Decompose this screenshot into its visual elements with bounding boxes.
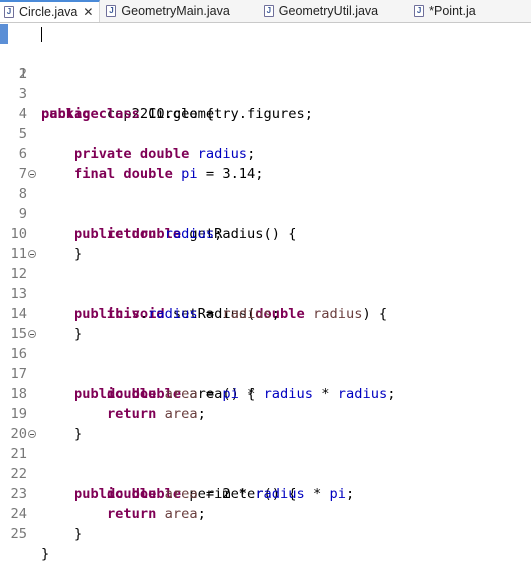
- code-line: 23 return area;: [0, 464, 531, 522]
- fold-toggle-icon[interactable]: [28, 330, 36, 338]
- code-line: 8 public double getRadius() {: [0, 164, 531, 242]
- java-file-icon: J: [106, 5, 117, 17]
- code-line: 22 double area = 2 * radius * pi;: [0, 444, 531, 502]
- tab-label: GeometryMain.java: [121, 4, 230, 18]
- code-line: 20: [0, 404, 531, 442]
- tab-label: Circle.java: [19, 5, 78, 19]
- code-line: 6 final double pi = 3.14;: [0, 124, 531, 182]
- code-line: 9 return radius;: [0, 184, 531, 242]
- tab-label: GeometryUtil.java: [278, 4, 379, 18]
- code-line: 14 }: [0, 284, 531, 342]
- code-line: 16 public double area() {: [0, 324, 531, 402]
- code-text: }: [73, 526, 83, 542]
- code-line: 4: [0, 84, 531, 122]
- code-text: }: [41, 546, 50, 562]
- fold-toggle-icon[interactable]: [28, 430, 36, 438]
- tab-geometrymain-java[interactable]: J GeometryMain.java: [100, 0, 257, 22]
- line-number: 25: [10, 526, 27, 542]
- tab-geometryutil-java[interactable]: J GeometryUtil.java: [258, 0, 408, 22]
- editor-tab-bar: J Circle.java ✕ J GeometryMain.java J Ge…: [0, 0, 531, 23]
- code-line: 10 }: [0, 204, 531, 262]
- code-line: 5 private double radius;: [0, 104, 531, 162]
- code-line: 1 package cop2210.geometry.figures;: [0, 24, 531, 122]
- fold-toggle-icon[interactable]: [28, 250, 36, 258]
- code-line: 2: [0, 44, 531, 82]
- code-line: 25 }: [0, 504, 531, 562]
- tab-circle-java[interactable]: J Circle.java ✕: [0, 0, 101, 22]
- java-file-icon: J: [414, 5, 425, 17]
- text-caret: [41, 27, 42, 42]
- code-line: 17 double area = pi * radius * radius;: [0, 344, 531, 402]
- java-file-icon: J: [4, 6, 14, 18]
- code-line: 24 }: [0, 484, 531, 542]
- fold-toggle-icon[interactable]: [28, 170, 36, 178]
- code-editor[interactable]: 1 package cop2210.geometry.figures; 2 3 …: [0, 24, 531, 562]
- code-line: 7: [0, 144, 531, 182]
- code-line: 18 return area;: [0, 364, 531, 422]
- tab-point-java[interactable]: J *Point.ja: [408, 0, 476, 22]
- code-line: 13 this.radius = radius;: [0, 264, 531, 322]
- tab-label: *Point.ja: [429, 4, 476, 18]
- current-line-marker: [0, 24, 8, 44]
- code-line: 11: [0, 224, 531, 262]
- code-line: 3 public class Circle {: [0, 64, 531, 122]
- close-icon[interactable]: ✕: [83, 5, 93, 19]
- code-line: 12 public void setRadius(double radius) …: [0, 244, 531, 322]
- code-line: 19 }: [0, 384, 531, 442]
- code-line: 15: [0, 304, 531, 342]
- code-line: 21 public double perimeter() {: [0, 424, 531, 502]
- java-file-icon: J: [263, 5, 274, 17]
